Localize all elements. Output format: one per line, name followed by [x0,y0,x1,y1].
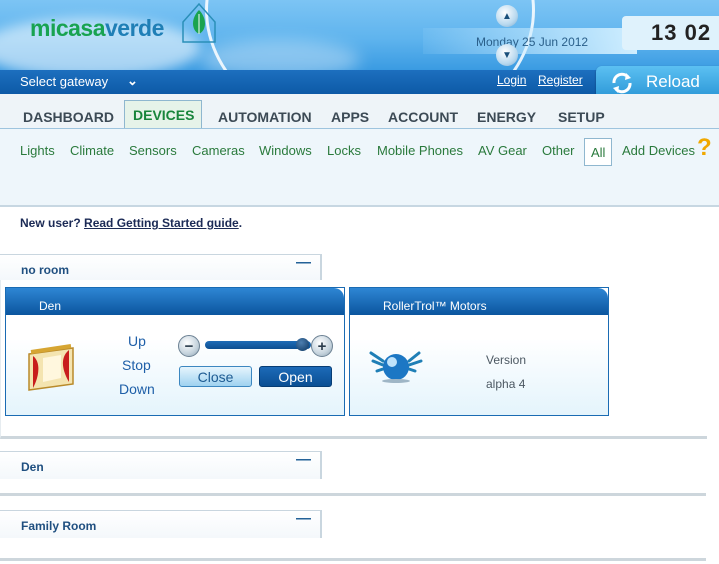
new-user-prefix: New user? [20,216,81,230]
house-leaf-icon [182,2,216,43]
clock-time: 13 02 [651,20,712,45]
tab-account[interactable]: ACCOUNT [388,109,458,125]
room-title: Family Room [21,519,97,533]
tab-energy[interactable]: ENERGY [477,109,536,125]
help-icon[interactable]: ? [697,134,712,162]
tab-dashboard[interactable]: DASHBOARD [23,109,114,125]
collapse-icon[interactable]: — [296,254,311,271]
category-all[interactable]: All [591,145,605,160]
register-link[interactable]: Register [538,73,583,87]
new-user-notice: New user? Read Getting Started guide. [20,216,242,230]
curtain-stop-button[interactable]: Stop [122,357,151,373]
minus-icon[interactable]: − [178,335,200,357]
category-av-gear[interactable]: AV Gear [478,143,527,158]
scroll-down-icon[interactable]: ▼ [496,44,518,66]
chevron-down-icon[interactable]: ⌄ [127,73,138,89]
open-button[interactable]: Open [259,366,332,387]
tab-setup[interactable]: SETUP [558,109,605,125]
curtain-down-button[interactable]: Down [119,381,155,397]
category-climate[interactable]: Climate [70,143,114,158]
logo-text-verde: verde [105,15,164,41]
tab-apps[interactable]: APPS [331,109,369,125]
version-label: Version [486,353,527,367]
room-tab [0,451,322,479]
close-button[interactable]: Close [179,366,252,387]
plus-icon[interactable]: + [311,335,333,357]
scroll-up-icon[interactable]: ▲ [496,5,518,27]
login-link[interactable]: Login [497,73,526,87]
category-sensors[interactable]: Sensors [129,143,177,158]
getting-started-link[interactable]: Read Getting Started guide [84,216,239,230]
logo-text-micasa: micasa [30,15,106,41]
add-devices-link[interactable]: Add Devices [622,143,695,158]
category-mobile-phones[interactable]: Mobile Phones [377,143,463,158]
reload-label: Reload [646,72,700,91]
refresh-icon [612,72,632,94]
zwave-device-icon [369,351,423,383]
category-locks[interactable]: Locks [327,143,361,158]
curtain-icon [28,344,74,391]
collapse-icon[interactable]: — [296,510,311,527]
collapse-icon[interactable]: — [296,451,311,468]
room-title: Den [21,460,44,474]
date-display: Monday 25 Jun 2012 [476,35,589,49]
category-windows[interactable]: Windows [259,143,312,158]
category-cameras[interactable]: Cameras [192,143,245,158]
category-lights[interactable]: Lights [20,143,55,158]
position-slider-handle[interactable] [296,338,309,351]
room-title: no room [21,263,69,277]
logo[interactable]: micasaverde [30,15,164,42]
version-value: alpha 4 [486,377,526,391]
device-name: Den [39,299,62,313]
select-gateway-label[interactable]: Select gateway [20,74,108,89]
curtain-up-button[interactable]: Up [128,333,146,349]
new-user-suffix: . [238,216,243,230]
device-name: RollerTrol™ Motors [383,299,487,313]
tab-automation[interactable]: AUTOMATION [218,109,312,125]
tab-devices[interactable]: DEVICES [133,107,194,123]
category-other[interactable]: Other [542,143,575,158]
